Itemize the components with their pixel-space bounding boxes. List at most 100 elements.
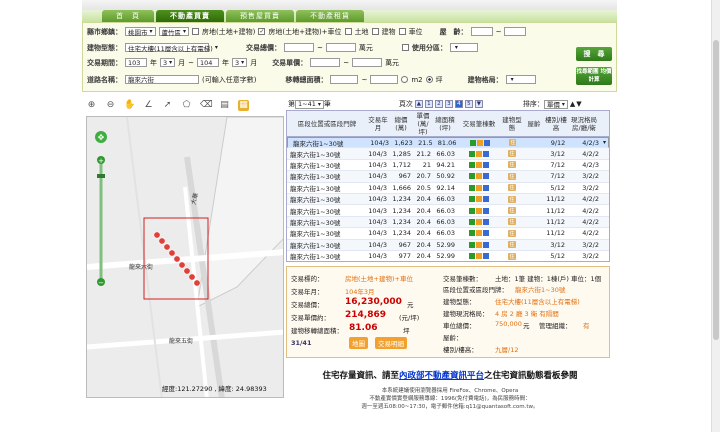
layout-cell: 3/2/2 [582,240,599,249]
table-row[interactable]: 龍來六街1~30號 104/3 1,666 20.5 92.14 住 5/12 3/2/2 [287,182,609,194]
page-3[interactable]: 3 [444,100,453,108]
prev-page-icon[interactable]: ▲ [414,100,423,108]
tab-real-estate-sale[interactable]: 不動產買賣 [156,10,224,22]
table-row[interactable]: 龍來六街1~30號 104/3 1,712 21 94.21 住 7/12 4/2/3 [287,159,609,172]
table-row[interactable]: 龍來六街1~30號 104/3 1,234 20.4 66.03 住 11/12 4/2/2 [287,193,609,206]
sort-select[interactable]: 單價 [543,99,568,109]
page-4[interactable]: 4 [454,100,463,108]
pieces-cell [457,205,501,215]
area-unit-ping-radio[interactable] [425,76,433,83]
table-row[interactable]: 龍來六街1~30號 104/3 967 20.7 50.92 住 7/12 3/2/2 [287,171,609,183]
age-min-input[interactable] [470,27,493,36]
zoom-handle[interactable] [97,174,105,178]
unit-price-max[interactable] [352,58,383,67]
map-pin-icon[interactable] [168,249,176,257]
area-min[interactable] [330,75,359,84]
range-average-button[interactable]: 找尋範圍 均價計算 [576,67,612,85]
table-row[interactable]: 龍來六街1~30號 104/3 1,234 20.4 66.03 住 11/12 4/2/2 [287,216,609,229]
map-pin-icon[interactable] [163,243,171,251]
road-label-long6: 龍來六街 [129,263,153,271]
to-year-input[interactable]: 104 [197,58,220,67]
measure-icon[interactable]: ∠ [143,100,154,111]
map-pin-icon[interactable] [188,273,196,281]
type-house-land-checkbox[interactable] [192,28,200,35]
table-row[interactable]: 龍來六街1~30號 104/3 1,623 21.5 81.06 住 9/12 4/2/3 [287,137,609,149]
tab-presale[interactable]: 預售屋買賣 [226,10,294,22]
table-row[interactable]: 龍來六街1~30號 104/3 967 20.4 52.99 住 3/12 3/2/2 [287,239,609,251]
platform-link[interactable]: 內政部不動產資訊平台 [399,371,484,381]
page-2[interactable]: 2 [434,100,443,108]
map-pin-icon[interactable] [158,237,166,245]
to-month-select[interactable]: 3 [232,58,248,67]
sort-label: 排序： [522,100,544,108]
page-5[interactable]: 5 [464,100,473,108]
table-row[interactable]: 龍來六街1~30號 104/3 1,234 20.4 66.03 住 11/12 4/2/2 [287,228,609,240]
tab-rental[interactable]: 不動產租賃 [296,10,364,22]
header-area: 總面積(坪) [435,115,455,132]
use-zone-checkbox[interactable] [401,44,409,51]
layout-select[interactable] [505,75,536,84]
clear-icon[interactable]: ⌫ [200,100,213,111]
total-price-max[interactable] [325,43,356,52]
use-zone-select[interactable] [449,43,478,52]
zoom-slider[interactable]: ✥ + − [94,130,108,290]
area-max[interactable] [370,75,399,84]
map-pin-icon[interactable] [173,255,181,263]
from-year-input[interactable]: 103 [125,58,147,67]
header-total: 總價(萬) [394,115,408,132]
table-row[interactable]: 龍來六街1~30號 104/3 977 20.4 52.99 住 5/12 3/2/2 [287,250,609,261]
zoom-in-icon[interactable]: ⊕ [86,100,97,111]
type-land-checkbox[interactable] [344,28,352,35]
search-button[interactable]: 搜 尋 [576,47,612,61]
parking-icon [482,253,489,260]
area-unit-m2-radio[interactable] [401,76,409,83]
detail-date-value: 104年3月 [345,288,375,296]
floor-cell: 11/12 [546,229,565,238]
map-pin-icon[interactable] [183,267,191,275]
range-select[interactable]: 1~41 [295,99,324,109]
from-month-select[interactable]: 3 [160,58,176,67]
building-type-select[interactable]: 住宅大樓(11層含以上有電梯) [125,43,213,53]
detail-map-button[interactable]: 地圖 [349,337,368,349]
footer-line-1: 本系統建議使用瀏覽器採用 FireFox、Chrome、Opera [381,388,519,394]
age-cell [523,240,545,250]
area-unit-m2: m2 [411,75,423,84]
type-parking-checkbox[interactable] [398,28,406,35]
point-icon[interactable]: ➚ [162,100,173,111]
total-unit: 萬元 [358,43,373,52]
type-cell: 住 [501,148,523,158]
type-house-parking-checkbox[interactable] [258,28,266,35]
map-pin-icon[interactable] [193,279,201,287]
detail-count: 31/41 [291,339,312,347]
type-building-checkbox[interactable] [371,28,379,35]
table-header: 區段位置或區段門牌 交易年月 總價(萬) 單價(萬/坪) 總面積(坪) 交易筆棟… [287,111,609,137]
table-row[interactable]: 龍來六街1~30號 104/3 1,285 21.2 66.03 住 3/12 4/2/2 [287,148,609,160]
next-page-icon[interactable]: ▼ [474,100,483,108]
table-row[interactable]: 龍來六街1~30號 104/3 1,234 20.4 66.03 住 11/12 4/2/2 [287,205,609,217]
scroll-thumb[interactable] [713,40,719,340]
page-scrollbar[interactable] [711,0,720,432]
map-canvas: 大華 龍來六街 龍來五街 [87,117,283,397]
map-pin-icon[interactable] [153,231,161,239]
unit-cell: 20.4 [416,240,431,249]
county-select[interactable]: 桃園市 [125,27,156,37]
age-max-input[interactable] [504,27,527,36]
print-icon[interactable]: ▤ [219,100,230,111]
map-toolbar: ⊕ ⊖ ✋ ∠ ➚ ⬠ ⌫ ▤ ▦ [86,98,280,112]
total-price-min[interactable] [284,43,314,52]
town-select[interactable]: 蘆竹區 [158,27,190,37]
layers-icon[interactable]: ▦ [238,99,249,111]
tab-home[interactable]: 首 頁 [102,10,154,22]
road-input[interactable]: 龍來六街 [125,75,199,84]
area-icon[interactable]: ⬠ [181,100,192,111]
zoom-out-icon[interactable]: ⊖ [105,100,116,111]
page-1[interactable]: 1 [424,100,433,108]
sort-desc-icon[interactable]: ▼ [576,100,581,108]
unit-price-min[interactable] [310,58,341,67]
detail-unit-label: 交易單價約： [291,314,330,322]
detail-desc-button[interactable]: 交易明細 [375,337,407,349]
sort-asc-icon[interactable]: ▲ [570,100,575,108]
pan-hand-icon[interactable]: ✋ [124,100,135,111]
map-view[interactable]: 大華 龍來六街 龍來五街 [86,116,284,398]
map-pin-icon[interactable] [178,261,186,269]
